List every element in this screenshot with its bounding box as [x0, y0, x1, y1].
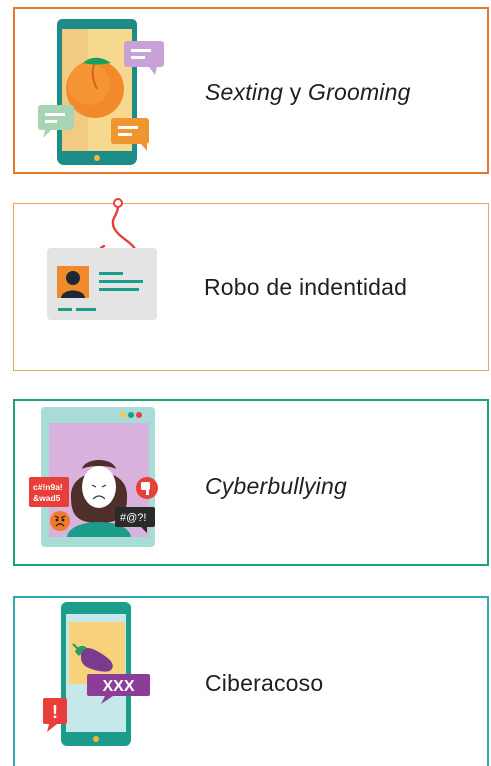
topic-card-robo-identidad[interactable]: Robo de indentidad: [13, 198, 489, 371]
thumbs-down-icon: [136, 477, 158, 499]
phone-peach-chat-icon: [38, 19, 164, 165]
topic-card-cyberbullying[interactable]: c#!n9a! &wad5 #@?! Cyberbullying: [13, 399, 489, 566]
topic-card-sexting-grooming[interactable]: Sexting y Grooming: [13, 7, 489, 174]
svg-text:#@?!: #@?!: [120, 512, 146, 524]
id-card-hook-icon: [47, 198, 157, 320]
screen-person-insults-icon: c#!n9a! &wad5 #@?!: [29, 407, 158, 547]
svg-text:XXX: XXX: [102, 678, 134, 695]
svg-text:&wad5: &wad5: [33, 493, 61, 503]
topic-label: Cyberbullying: [205, 473, 347, 499]
angry-emoji-icon: [50, 511, 70, 531]
svg-text:c#!n9a!: c#!n9a!: [33, 482, 63, 492]
topic-label: Sexting y Grooming: [205, 79, 411, 105]
phone-eggplant-xxx-icon: XXX !: [43, 602, 150, 746]
speech-bubble-icon: c#!n9a! &wad5: [29, 477, 69, 507]
topic-label: Robo de indentidad: [204, 274, 408, 300]
topic-label: Ciberacoso: [205, 670, 324, 696]
topic-card-ciberacoso[interactable]: XXX ! Ciberacoso: [13, 596, 489, 766]
svg-text:!: !: [52, 702, 58, 722]
